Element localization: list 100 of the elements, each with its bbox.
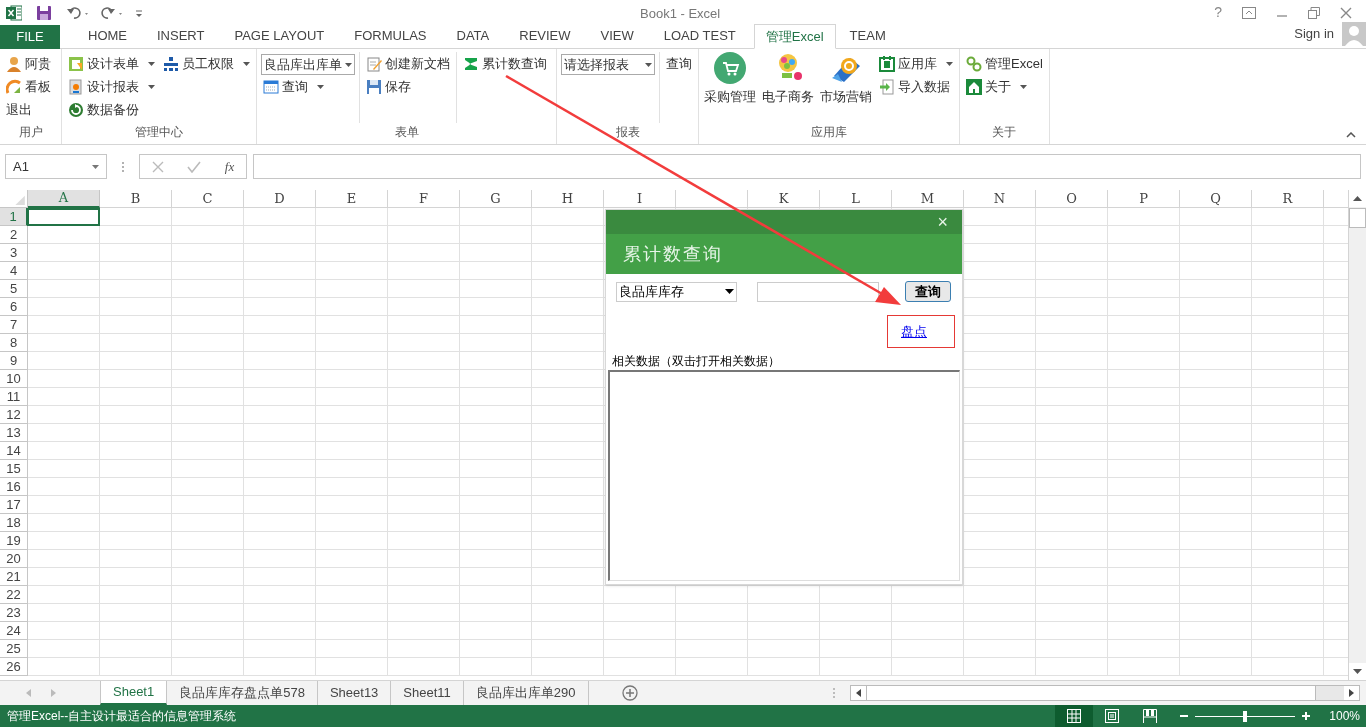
ribbon-tab[interactable]: INSERT (145, 24, 217, 48)
ribbon-button[interactable]: 查询 (664, 52, 694, 75)
column-header[interactable]: E (316, 190, 388, 208)
row-header[interactable]: 11 (0, 388, 28, 406)
row-header[interactable]: 13 (0, 424, 28, 442)
ribbon-tab[interactable]: FORMULAS (342, 24, 439, 48)
help-button[interactable]: ? (1214, 2, 1222, 23)
restore-icon[interactable] (1308, 6, 1320, 19)
row-header[interactable]: 18 (0, 514, 28, 532)
row-header[interactable]: 25 (0, 640, 28, 658)
scroll-left-icon[interactable] (850, 686, 866, 700)
column-header[interactable]: Q (1180, 190, 1252, 208)
column-header[interactable]: M (892, 190, 964, 208)
row-header[interactable]: 8 (0, 334, 28, 352)
row-header[interactable]: 14 (0, 442, 28, 460)
ribbon-tab[interactable]: 管理Excel (753, 24, 836, 49)
collapse-ribbon-icon[interactable] (1346, 132, 1356, 138)
row-header[interactable]: 22 (0, 586, 28, 604)
scroll-right-icon[interactable] (1343, 686, 1359, 700)
row-header[interactable]: 20 (0, 550, 28, 568)
close-icon[interactable] (1340, 6, 1352, 19)
ribbon-large-button[interactable]: 市场营销 (819, 52, 873, 107)
ribbon-large-button[interactable]: 电子商务 (761, 52, 815, 107)
column-header[interactable]: R (1252, 190, 1324, 208)
column-header[interactable]: N (964, 190, 1036, 208)
column-header[interactable]: B (100, 190, 172, 208)
formula-input[interactable] (253, 154, 1361, 179)
ribbon-button[interactable]: 看板 (4, 75, 53, 98)
file-tab[interactable]: FILE (0, 25, 60, 49)
query-button[interactable]: 查询 (905, 281, 951, 302)
ribbon-large-button[interactable]: 采购管理 (703, 52, 757, 107)
row-header[interactable]: 5 (0, 280, 28, 298)
ribbon-button[interactable]: 创建新文档 (364, 52, 452, 75)
scroll-thumb[interactable] (1349, 208, 1366, 228)
row-header[interactable]: 3 (0, 244, 28, 262)
row-header[interactable]: 10 (0, 370, 28, 388)
ribbon-display-icon[interactable] (1242, 6, 1256, 19)
row-header[interactable]: 1 (0, 208, 28, 226)
ribbon-tab[interactable]: TEAM (837, 24, 898, 48)
scroll-thumb[interactable] (865, 686, 1316, 700)
row-header[interactable]: 15 (0, 460, 28, 478)
ribbon-dropdown[interactable]: 良品库出库单 (261, 54, 355, 75)
sign-in-link[interactable]: Sign in (1294, 24, 1334, 44)
ribbon-button[interactable]: 设计表单 (66, 52, 157, 75)
search-field[interactable] (757, 281, 879, 302)
ribbon-button[interactable]: 关于 (964, 75, 1045, 98)
column-header[interactable]: F (388, 190, 460, 208)
ribbon-button[interactable]: 退出 (4, 98, 53, 121)
ribbon-tab[interactable]: DATA (444, 24, 502, 48)
sheet-tab[interactable]: Sheet1 (100, 681, 168, 705)
ribbon-button[interactable]: 应用库 (877, 52, 955, 75)
row-header[interactable]: 24 (0, 622, 28, 640)
view-button[interactable] (1055, 705, 1094, 727)
name-box[interactable]: A1 (5, 154, 107, 179)
column-header[interactable]: L (820, 190, 892, 208)
ribbon-tab[interactable]: REVIEW (507, 24, 583, 48)
excel-logo-icon[interactable] (6, 4, 22, 21)
category-select[interactable]: 良品库库存 (616, 281, 737, 302)
row-header[interactable]: 4 (0, 262, 28, 280)
horizontal-scrollbar[interactable] (849, 685, 1360, 701)
vertical-scrollbar[interactable] (1348, 190, 1366, 680)
ribbon-button[interactable]: 设计报表 (66, 75, 157, 98)
row-header[interactable]: 7 (0, 316, 28, 334)
scroll-up-icon[interactable] (1349, 190, 1366, 207)
ribbon-tab[interactable]: PAGE LAYOUT (222, 24, 337, 48)
column-header[interactable]: K (748, 190, 820, 208)
column-header[interactable]: A (28, 190, 100, 208)
ribbon-tab[interactable]: VIEW (588, 24, 646, 48)
ribbon-button[interactable]: 阿贵 (4, 52, 53, 75)
column-header[interactable]: I (604, 190, 676, 208)
column-header[interactable]: P (1108, 190, 1180, 208)
row-header[interactable]: 16 (0, 478, 28, 496)
row-header[interactable]: 23 (0, 604, 28, 622)
row-header[interactable]: 12 (0, 406, 28, 424)
column-header[interactable]: D (244, 190, 316, 208)
close-button[interactable]: × (937, 213, 948, 231)
ribbon-button[interactable]: 保存 (364, 75, 452, 98)
ribbon-button[interactable]: 累计数查询 (461, 52, 549, 75)
insert-function-button[interactable]: fx (224, 156, 235, 177)
row-header[interactable]: 9 (0, 352, 28, 370)
inventory-link[interactable]: 盘点 (901, 321, 927, 342)
add-sheet-icon[interactable] (621, 685, 638, 701)
column-header[interactable]: H (532, 190, 604, 208)
selected-cell[interactable] (27, 208, 100, 226)
ribbon-button[interactable]: 查询 (261, 75, 355, 98)
ribbon-tab[interactable]: HOME (76, 24, 139, 48)
row-header[interactable]: 21 (0, 568, 28, 586)
row-header[interactable]: 19 (0, 532, 28, 550)
ribbon-button[interactable]: 员工权限 (161, 52, 252, 75)
row-header[interactable]: 6 (0, 298, 28, 316)
column-header[interactable] (676, 190, 748, 208)
column-header[interactable]: C (172, 190, 244, 208)
row-header[interactable]: 17 (0, 496, 28, 514)
row-header[interactable]: 26 (0, 658, 28, 676)
ribbon-tab[interactable]: LOAD TEST (651, 24, 748, 48)
ribbon-button[interactable]: 管理Excel (964, 52, 1045, 75)
scroll-down-icon[interactable] (1349, 663, 1366, 680)
column-header[interactable]: O (1036, 190, 1108, 208)
ribbon-dropdown[interactable]: 请选择报表 (561, 54, 655, 75)
ribbon-button[interactable]: 导入数据 (877, 75, 955, 98)
